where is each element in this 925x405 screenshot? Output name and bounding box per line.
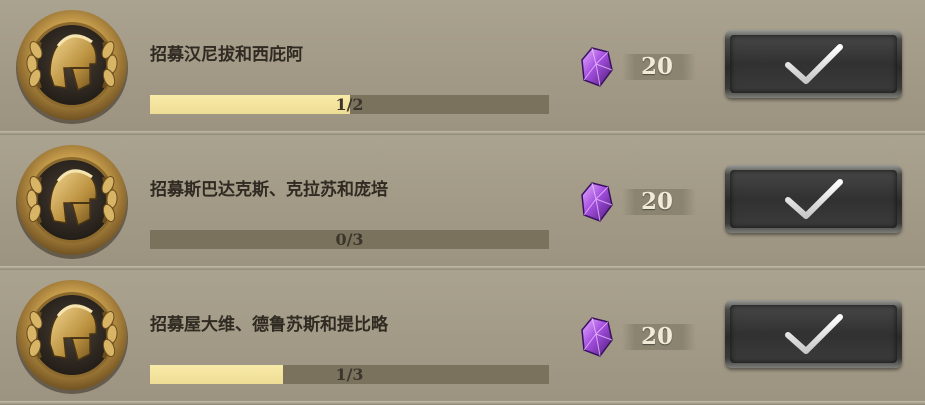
claim-button-face (730, 170, 897, 228)
quest-row: 招募汉尼拔和西庇阿 1/2 20 (0, 0, 925, 131)
progress-text: 1/2 (335, 95, 364, 114)
claim-button[interactable] (725, 30, 902, 98)
progress-bar: 1/2 (150, 95, 549, 114)
quest-row: 招募屋大维、德鲁苏斯和提比略 1/3 20 (0, 270, 925, 401)
quest-title: 招募斯巴达克斯、克拉苏和庞培 (150, 180, 388, 200)
claim-button-face (730, 35, 897, 93)
row-divider (0, 401, 925, 405)
claim-button[interactable] (725, 300, 902, 368)
purple-gem-icon (581, 317, 613, 357)
reward-count: 20 (640, 53, 673, 80)
helmet-laurel-medal-icon (16, 280, 128, 394)
purple-gem-icon (581, 47, 613, 87)
quest-list: 招募汉尼拔和西庇阿 1/2 20 招募斯巴达克斯、克拉苏和庞培 0/3 20 招… (0, 0, 925, 405)
progress-bar: 0/3 (150, 230, 549, 249)
progress-bar: 1/3 (150, 365, 549, 384)
progress-text: 1/3 (335, 365, 364, 384)
helmet-laurel-medal-icon (16, 10, 128, 124)
reward-count: 20 (640, 323, 673, 350)
claim-button-face (730, 305, 897, 363)
quest-title: 招募汉尼拔和西庇阿 (150, 45, 303, 65)
progress-text: 0/3 (335, 230, 364, 249)
purple-gem-icon (581, 182, 613, 222)
reward-count: 20 (640, 188, 673, 215)
checkmark-icon (785, 44, 843, 84)
quest-row: 招募斯巴达克斯、克拉苏和庞培 0/3 20 (0, 135, 925, 266)
quest-title: 招募屋大维、德鲁苏斯和提比略 (150, 315, 388, 335)
claim-button[interactable] (725, 165, 902, 233)
helmet-laurel-medal-icon (16, 145, 128, 259)
checkmark-icon (785, 179, 843, 219)
checkmark-icon (785, 314, 843, 354)
